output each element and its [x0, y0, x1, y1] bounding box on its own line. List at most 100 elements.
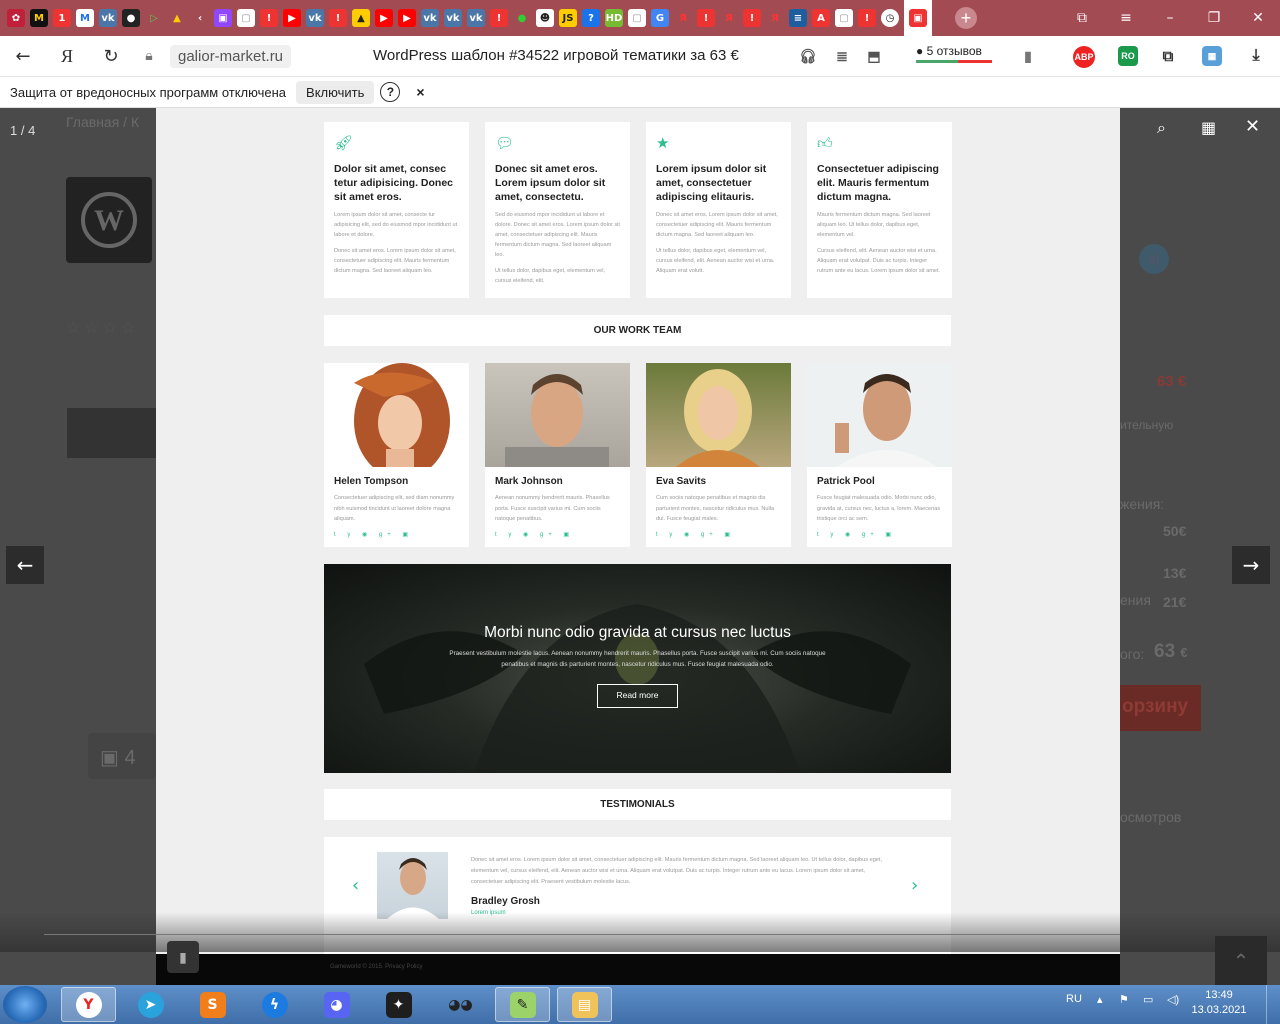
close-viewer-button[interactable]: ✕	[1245, 116, 1260, 137]
tab-icon[interactable]: M	[76, 9, 94, 27]
tab-icon[interactable]: !	[697, 9, 715, 27]
help-icon[interactable]: ?	[380, 82, 401, 102]
download-icon[interactable]: ⤓	[1246, 46, 1266, 66]
tab-icon[interactable]: HD	[605, 9, 623, 27]
translate-icon[interactable]: ⧉	[1158, 46, 1178, 66]
tab-icon[interactable]: ?	[582, 9, 600, 27]
tab-icon[interactable]: ▶	[283, 9, 301, 27]
tab-icon[interactable]: ●	[513, 9, 531, 27]
action-center-icon[interactable]: ⚑	[1119, 993, 1129, 1006]
reload-button[interactable]: ↻	[96, 46, 126, 67]
scroll-top-icon[interactable]: ⌃	[1215, 936, 1267, 986]
tab-icon[interactable]: vk	[306, 9, 324, 27]
system-clock[interactable]: 13:49 13.03.2021	[1186, 988, 1252, 1018]
telegram-icon: ➤	[137, 991, 164, 1018]
glasses-icon: ◕◕	[448, 996, 473, 1013]
tab-icon[interactable]: !	[743, 9, 761, 27]
tab-icon[interactable]: ▢	[237, 9, 255, 27]
tab-icon[interactable]: !	[329, 9, 347, 27]
tab-icon[interactable]: !	[490, 9, 508, 27]
tray-expand-icon[interactable]: ▴	[1097, 993, 1103, 1006]
menu-icon[interactable]: ≡	[1104, 10, 1148, 26]
grid-view-icon[interactable]: ▦	[1201, 118, 1216, 137]
language-indicator[interactable]: RU	[1066, 993, 1082, 1005]
chevron-left-icon[interactable]: ‹	[352, 875, 359, 896]
tab-icon[interactable]: ▶	[375, 9, 393, 27]
read-more-button[interactable]: Read more	[597, 684, 678, 708]
profile-icon[interactable]: ▦	[1202, 46, 1222, 66]
taskbar-figma[interactable]: ✦	[371, 987, 426, 1022]
show-desktop-button[interactable]	[1266, 985, 1280, 1024]
url-field[interactable]: galior-market.ru	[170, 44, 292, 68]
bg-text-fragment: ительную	[1120, 418, 1174, 432]
tab-icon[interactable]: A	[812, 9, 830, 27]
feature-text: Sed do eiusmod mpor incididunt ut labore…	[495, 212, 620, 258]
member-social-icons[interactable]: t y ◉ g+ ▣	[495, 531, 620, 538]
tab-icon[interactable]: vk	[467, 9, 485, 27]
tab-icon[interactable]: ☻	[536, 9, 554, 27]
yandex-logo-icon[interactable]: Я	[52, 46, 82, 67]
back-button[interactable]: ←	[8, 46, 38, 67]
tab-icon[interactable]: !	[858, 9, 876, 27]
taskbar-app[interactable]: ◕◕	[433, 987, 488, 1022]
active-tab[interactable]: ▣	[904, 0, 932, 36]
tab-icon[interactable]: ▢	[628, 9, 646, 27]
reader-icon[interactable]: ≣	[832, 46, 852, 66]
taskbar-telegram[interactable]: ➤	[123, 987, 178, 1022]
tab-icon[interactable]: Я	[674, 9, 692, 27]
taskbar-sublime[interactable]: S	[185, 987, 240, 1022]
taskbar-notepad[interactable]: ✎	[495, 987, 550, 1022]
adblock-icon[interactable]: ABP	[1073, 46, 1095, 68]
close-infobar-button[interactable]: ×	[416, 84, 424, 100]
tab-icon[interactable]: !	[260, 9, 278, 27]
taskbar-app[interactable]: ϟ	[247, 987, 302, 1022]
figma-icon: ✦	[385, 991, 412, 1018]
member-social-icons[interactable]: t y ◉ g+ ▣	[334, 531, 459, 538]
network-icon[interactable]: ▭	[1143, 993, 1153, 1006]
tab-icon[interactable]: Я	[720, 9, 738, 27]
restore-button[interactable]: ❐	[1192, 10, 1236, 26]
tab-icon[interactable]: ≡	[789, 9, 807, 27]
headphones-icon[interactable]: 🎧︎	[798, 46, 818, 66]
tab-icon[interactable]: ▶	[398, 9, 416, 27]
extensions-icon[interactable]: ⬒	[864, 46, 884, 66]
enable-protection-button[interactable]: Включить	[296, 80, 375, 104]
taskbar-discord[interactable]: ◕	[309, 987, 364, 1022]
clock-tab-icon[interactable]: ◷	[881, 9, 899, 27]
tab-icon[interactable]: JS	[559, 9, 577, 27]
tab-icon[interactable]: vk	[99, 9, 117, 27]
tab-icon[interactable]: ▢	[835, 9, 853, 27]
tab-icon[interactable]: vk	[421, 9, 439, 27]
tab-icon[interactable]: Я	[766, 9, 784, 27]
team-member-card: Helen Tompson Consectetuer adipiscing el…	[324, 363, 469, 547]
volume-icon[interactable]: ◁)	[1167, 993, 1179, 1006]
zoom-search-icon[interactable]: ⌕	[1157, 118, 1166, 138]
reviews-badge[interactable]: ● 5 отзывов	[916, 44, 992, 63]
tab-icon[interactable]: ●	[122, 9, 140, 27]
close-window-button[interactable]: ✕	[1236, 10, 1280, 26]
member-social-icons[interactable]: t y ◉ g+ ▣	[656, 531, 781, 538]
tab-icon[interactable]: ▲	[352, 9, 370, 27]
taskbar-explorer[interactable]: ▤	[557, 987, 612, 1022]
next-image-button[interactable]: →	[1232, 546, 1270, 584]
start-button[interactable]	[3, 986, 47, 1023]
taskbar-yandex[interactable]: Y	[61, 987, 116, 1022]
tab-icon[interactable]: 1	[53, 9, 71, 27]
member-social-icons[interactable]: t y ◉ g+ ▣	[817, 531, 942, 538]
new-tab-button[interactable]: +	[955, 7, 977, 29]
tab-icon[interactable]: M	[30, 9, 48, 27]
tab-icon[interactable]: ▲	[168, 9, 186, 27]
minimize-button[interactable]: –	[1148, 10, 1192, 26]
tab-icon[interactable]: ▣	[214, 9, 232, 27]
tab-icon[interactable]: ‹	[191, 9, 209, 27]
tab-icon[interactable]: vk	[444, 9, 462, 27]
bookmark-icon[interactable]: ▮	[1018, 46, 1038, 66]
tab-manager-icon[interactable]: ⧉	[1060, 10, 1104, 26]
tab-icon[interactable]: G	[651, 9, 669, 27]
tab-icon[interactable]: ▷	[145, 9, 163, 27]
bookmark-icon[interactable]: ▮	[167, 941, 199, 973]
tab-icon[interactable]: ✿	[7, 9, 25, 27]
chevron-right-icon[interactable]: ›	[911, 875, 918, 896]
prev-image-button[interactable]: ←	[6, 546, 44, 584]
ro-extension-icon[interactable]: RO	[1118, 46, 1138, 66]
